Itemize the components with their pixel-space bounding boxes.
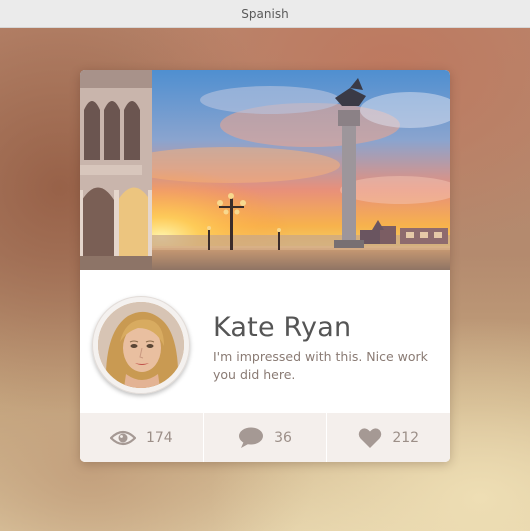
speech-bubble-icon	[238, 427, 264, 449]
profile-comment: I'm impressed with this. Nice work you d…	[213, 349, 428, 382]
avatar	[98, 302, 184, 388]
comments-stat[interactable]: 36	[204, 413, 328, 462]
window-title: Spanish	[0, 0, 530, 28]
stats-bar: 174 36 212	[80, 413, 450, 462]
profile-name: Kate Ryan	[213, 312, 352, 343]
views-stat[interactable]: 174	[80, 413, 204, 462]
comments-count: 36	[274, 429, 292, 446]
cover-photo	[80, 70, 450, 270]
app-window: Spanish Kate Ryan I'm impressed with thi…	[0, 0, 530, 531]
likes-count: 212	[392, 429, 420, 446]
eye-icon	[109, 429, 136, 447]
avatar-frame[interactable]	[92, 296, 190, 394]
likes-stat[interactable]: 212	[327, 413, 450, 462]
views-count: 174	[145, 429, 173, 446]
profile-card: Kate Ryan I'm impressed with this. Nice …	[80, 70, 450, 462]
heart-icon	[358, 427, 382, 449]
